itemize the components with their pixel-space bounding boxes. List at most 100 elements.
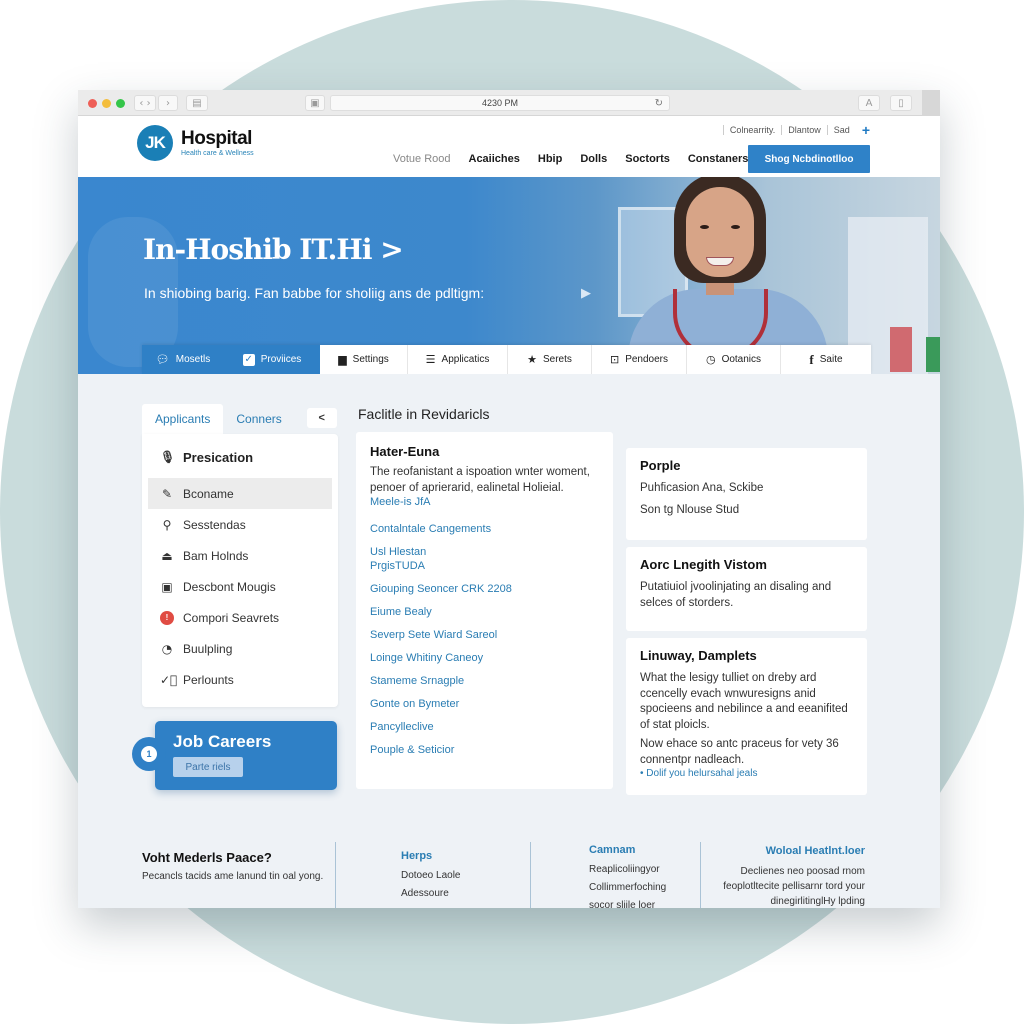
reload-icon[interactable]: ↻ xyxy=(655,98,663,109)
share-icon[interactable]: ▣ xyxy=(305,95,325,111)
sidebar-header: 🎙︎ Presication xyxy=(142,440,338,474)
scrollbar[interactable] xyxy=(922,90,940,116)
category-tabs: 💬︎ Mosetls ✓ Proviices ▆ Settings ☰ Appl… xyxy=(142,345,871,374)
badge-icon: ⊡ xyxy=(609,353,620,366)
sidebar-item-bam-holnds[interactable]: ⏏ Bam Holnds xyxy=(142,540,338,571)
info-card-line: Son tg Nlouse Stud xyxy=(640,503,740,516)
logo-icon[interactable]: JK xyxy=(137,125,173,161)
address-text: 4230 PM xyxy=(481,98,519,108)
tab-saite[interactable]: f Saite xyxy=(781,345,871,374)
job-careers-button[interactable]: Parte riels xyxy=(173,757,243,777)
util-link[interactable]: Sad xyxy=(826,125,856,135)
info-card-title: Aorc Lnegith Vistom xyxy=(640,557,767,572)
tab-ootanics[interactable]: ◷ Ootanics xyxy=(687,345,781,374)
footer-col-title: Camnam xyxy=(589,844,636,856)
facility-link[interactable]: Eiume Bealy xyxy=(370,605,599,619)
facility-link[interactable]: Severp Sete Wiard Sareol xyxy=(370,628,599,642)
facility-link[interactable]: Gonte on Bymeter xyxy=(370,697,599,711)
job-careers-title[interactable]: Job Careers xyxy=(173,732,271,752)
footer-text: dinegirlitinglHy lpding xyxy=(770,896,866,907)
footer-link[interactable]: socor sliile loer xyxy=(589,900,666,908)
footer-text: feoplotltecite pellisarnr tord your xyxy=(723,881,865,892)
facility-link[interactable]: Giouping Seoncer CRK 2208 xyxy=(370,582,599,596)
sidebar-item-buulpling[interactable]: ◔ Buulpling xyxy=(142,633,338,664)
logo-name[interactable]: Hospital xyxy=(181,128,252,150)
minimize-window-button[interactable] xyxy=(102,99,111,108)
facility-link[interactable]: Stameme Srnagple xyxy=(370,674,599,688)
maximize-window-button[interactable] xyxy=(116,99,125,108)
info-card-title: Linuway, Damplets xyxy=(640,648,757,663)
microphone-icon: 🎙︎ xyxy=(160,450,176,464)
nav-item[interactable]: Votue Rood xyxy=(384,150,460,168)
nav-item[interactable]: Hbip xyxy=(529,150,571,168)
tab-serets[interactable]: ★ Serets xyxy=(508,345,592,374)
job-count-badge: 1 xyxy=(132,737,166,771)
main-nav: Votue Rood Acaiiches Hbip Dolls Soctorts… xyxy=(384,150,757,168)
sidebar-item-compori-seavrets[interactable]: ! Compori Seavrets xyxy=(142,602,338,633)
nav-item[interactable]: Acaiiches xyxy=(460,150,529,168)
tab-settings[interactable]: ▆ Settings xyxy=(320,345,408,374)
checkbox-icon: ✓ xyxy=(242,353,255,366)
sidebar-tab-applicants[interactable]: Applicants xyxy=(142,404,224,434)
tab-applicatics[interactable]: ☰ Applicatics xyxy=(408,345,508,374)
footer-col-health: Woloal Heatlnt.loer Declienes neo poosad… xyxy=(723,844,865,908)
nav-item[interactable]: Soctorts xyxy=(616,150,679,168)
facility-link[interactable]: Loinge Whitiny Caneoy xyxy=(370,651,599,665)
sidebar-item-label: Descbont Mougis xyxy=(183,579,276,594)
play-icon[interactable]: ▶ xyxy=(581,285,591,301)
facility-card-title: Hater-Euna xyxy=(370,444,440,459)
sidebar-panel: 🎙︎ Presication ✎ Bconame ⚲ Sesstendas ⏏ … xyxy=(142,434,338,707)
footer-intro-text: Pecancls tacids ame lanund tin oal yong. xyxy=(142,871,324,882)
forward-icon[interactable]: › xyxy=(158,95,178,111)
browser-window: ‹ › › ▤ ▣ 4230 PM ↻ A ▯ JK Hospital Heal… xyxy=(78,90,940,908)
tab-proviices[interactable]: ✓ Proviices xyxy=(224,345,320,374)
sidebar-item-perlounts[interactable]: ✓⃝ Perlounts xyxy=(142,664,338,695)
facebook-icon: f xyxy=(809,351,814,367)
util-link[interactable]: Dlantow xyxy=(781,125,827,135)
facility-link[interactable]: Contalntale Cangements xyxy=(370,522,599,536)
hero-title[interactable]: In-Hoshib IT.Hi > xyxy=(143,233,404,266)
tab-mosetls[interactable]: 💬︎ Mosetls xyxy=(142,345,224,374)
footer-text: Declienes neo poosad rnom xyxy=(740,866,865,877)
tabs-icon[interactable]: ▯ xyxy=(890,95,912,111)
sidebar-item-bconame[interactable]: ✎ Bconame xyxy=(148,478,332,509)
facility-link[interactable]: Pouple & Seticior xyxy=(370,743,599,757)
tab-label: Mosetls xyxy=(175,354,211,365)
back-forward-icon[interactable]: ‹ › xyxy=(134,95,156,111)
sidebar-item-descbont-mougis[interactable]: ▣ Descbont Mougis xyxy=(142,571,338,602)
collapse-button[interactable]: < xyxy=(306,408,337,428)
info-card-link[interactable]: • Dolif you helursahal jeals xyxy=(640,768,853,779)
facility-link[interactable]: Usl Hlestan PrgisTUDA xyxy=(370,545,440,573)
facility-link[interactable]: Meele-is JfA xyxy=(370,496,599,508)
job-count: 1 xyxy=(141,746,157,762)
footer-link[interactable]: Reaplicoliingyor xyxy=(589,864,666,875)
plus-icon[interactable]: + xyxy=(862,122,870,138)
sidebar-tab-conners[interactable]: Conners xyxy=(223,404,294,434)
util-link[interactable]: Colnearrity. xyxy=(722,125,781,135)
info-card-title: Porple xyxy=(640,458,681,473)
close-window-button[interactable] xyxy=(88,99,97,108)
cta-button[interactable]: Shog Ncbdinotlloo xyxy=(748,145,870,173)
sidebar-toggle-icon[interactable]: ▤ xyxy=(186,95,208,111)
footer-col-title: Woloal Heatlnt.loer xyxy=(765,845,865,857)
chat-icon: 💬︎ xyxy=(155,353,170,366)
alert-badge-icon: ! xyxy=(160,610,174,625)
logo-tagline: Health care & Wellness xyxy=(181,150,254,157)
nav-item[interactable]: Constaners xyxy=(679,150,758,168)
footer-divider xyxy=(335,842,336,908)
footer-intro: Voht Mederls Paace? Pecancls tacids ame … xyxy=(142,850,323,882)
footer-link[interactable]: Collimmerfoching xyxy=(589,882,666,893)
section-title: Faclitle in Revidaricls xyxy=(358,406,490,422)
address-bar[interactable]: 4230 PM ↻ xyxy=(330,95,670,111)
sidebar-item-sesstendas[interactable]: ⚲ Sesstendas xyxy=(142,509,338,540)
footer-intro-title: Voht Mederls Paace? xyxy=(142,850,272,865)
hero-banner: In-Hoshib IT.Hi > In shiobing barig. Fan… xyxy=(78,177,940,374)
sidebar-item-label: Compori Seavrets xyxy=(183,610,280,625)
footer-link[interactable]: Adessoure xyxy=(401,888,461,899)
tab-pendoers[interactable]: ⊡ Pendoers xyxy=(592,345,687,374)
nav-item[interactable]: Dolls xyxy=(571,150,616,168)
reader-button[interactable]: A xyxy=(858,95,880,111)
facility-link[interactable]: Pancylleclive xyxy=(370,720,599,734)
tab-label: Saite xyxy=(819,354,843,365)
footer-link[interactable]: Dotoeo Laole xyxy=(401,870,461,881)
